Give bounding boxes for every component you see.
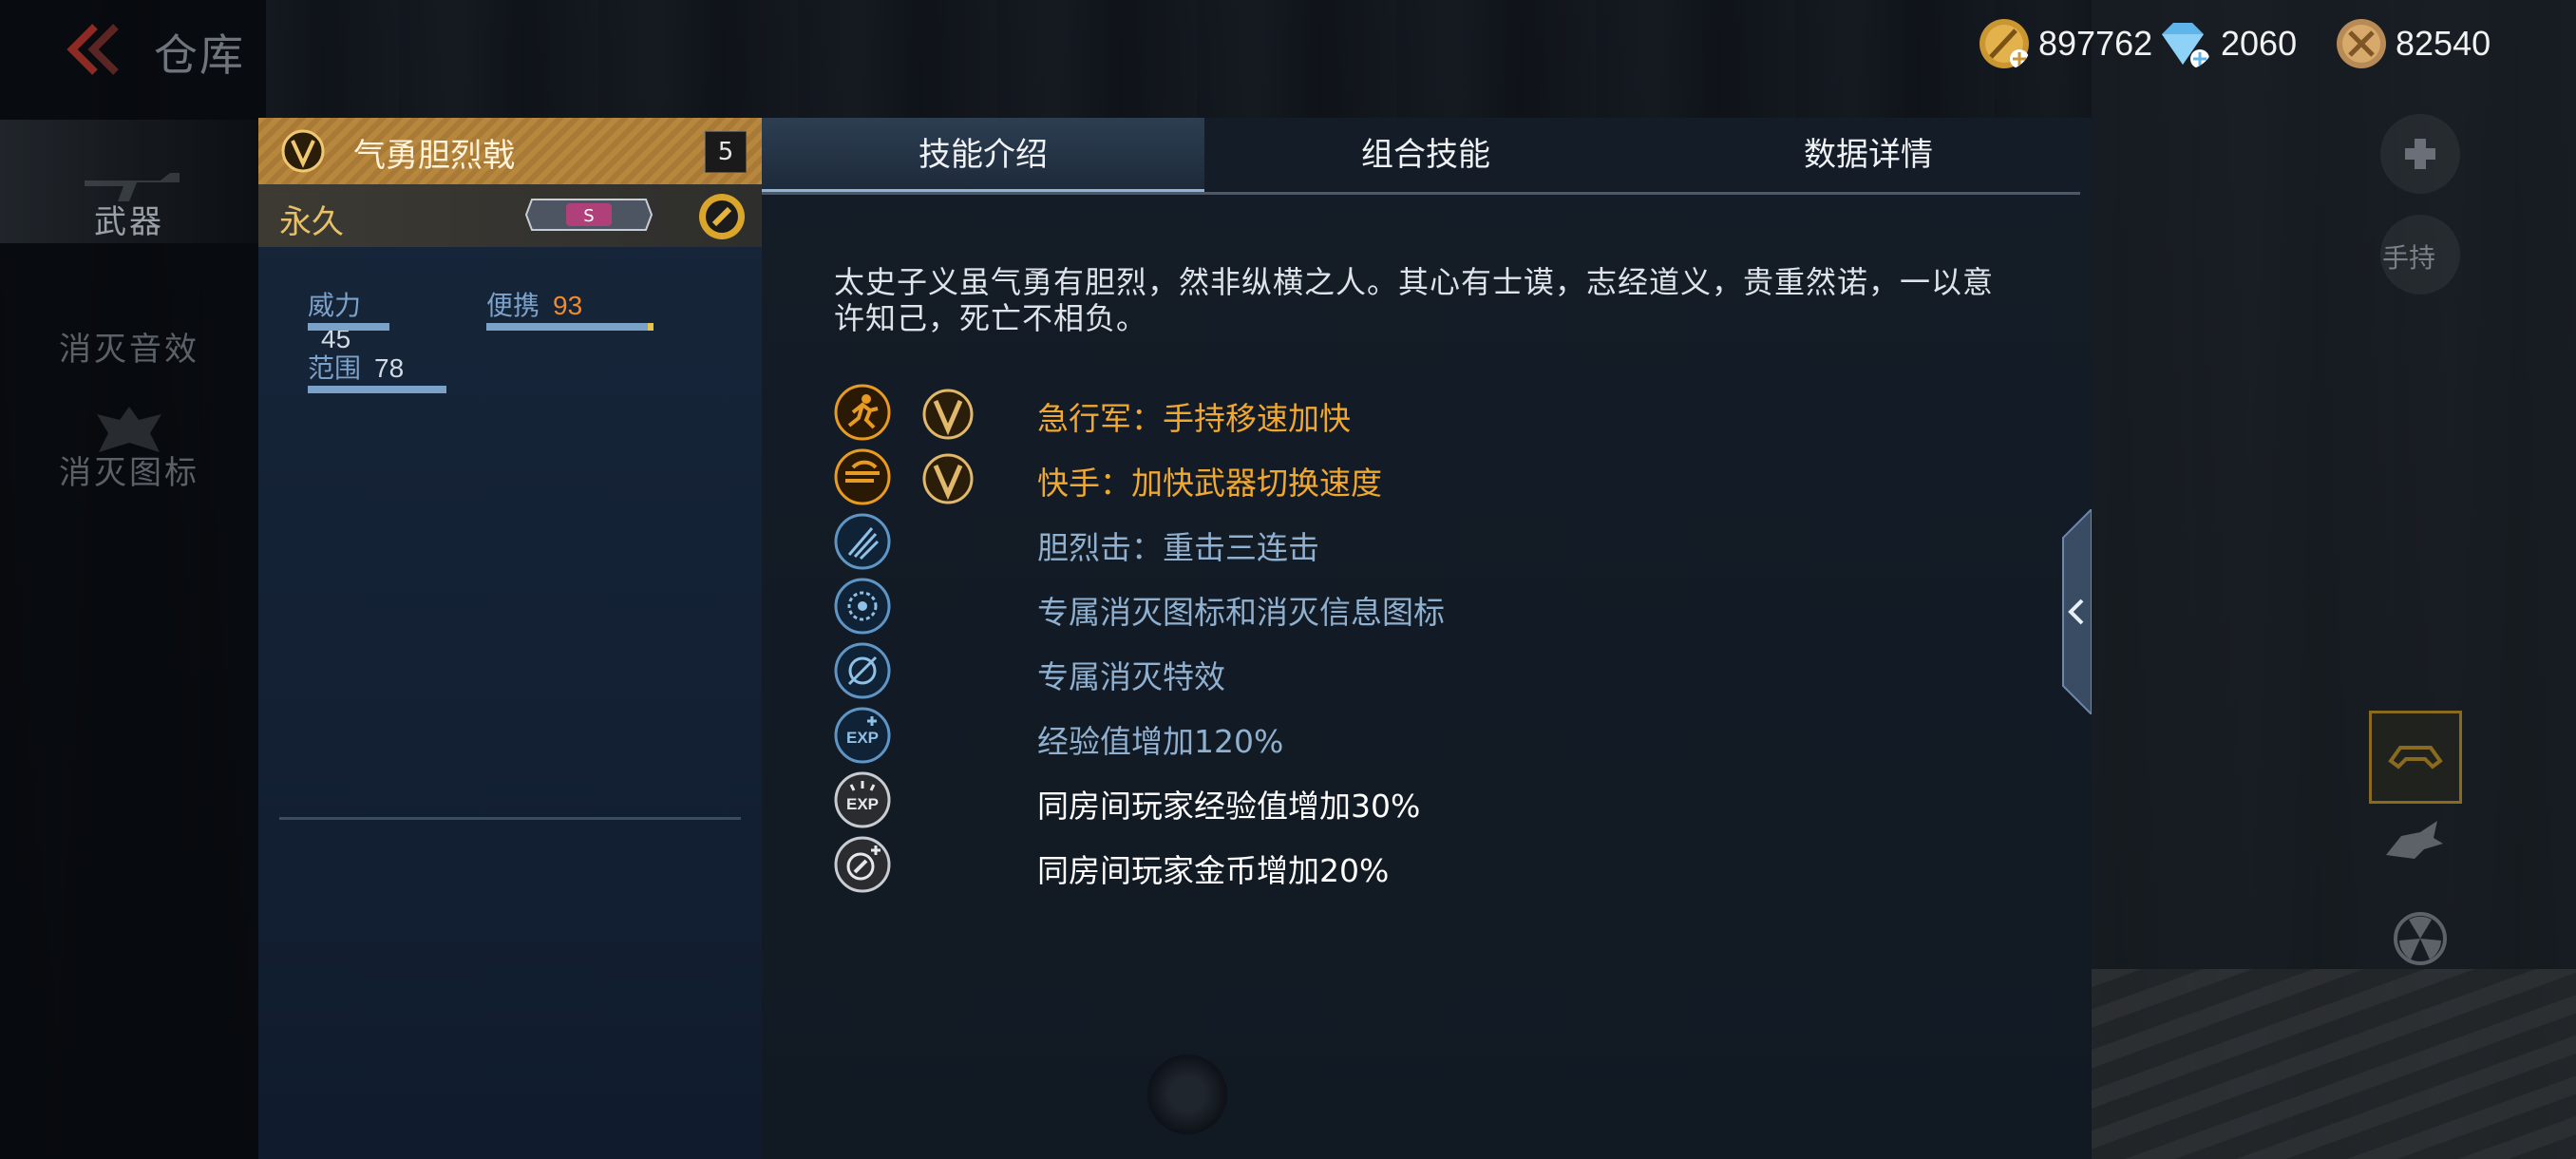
weapon-view-icon	[2388, 746, 2443, 770]
quick-hand-icon	[834, 448, 891, 505]
pet-button[interactable]	[2373, 806, 2453, 885]
skill-text: 同房间玩家经验值增加30%	[1037, 788, 1421, 825]
rank-badge-icon: S	[524, 199, 653, 231]
gold-amount: 897762	[2038, 24, 2153, 63]
tab-combo-skill[interactable]: 组合技能	[1204, 118, 1647, 192]
skill-text: 专属消灭特效	[1037, 658, 1225, 695]
room-coin-icon	[834, 836, 891, 893]
room-exp-icon: EXP	[834, 771, 891, 828]
stat-value: 78	[374, 353, 405, 383]
double-chevron-left-icon	[66, 24, 119, 75]
sidebar-item-weapon[interactable]: 武器	[0, 120, 258, 243]
sidebar-item-label: 武器	[94, 203, 164, 241]
diamond-icon	[2162, 23, 2209, 68]
sidebar-item-kill-sound[interactable]: 消灭音效	[0, 283, 258, 407]
gold-coin-icon	[1979, 19, 2029, 68]
faded-button	[1147, 1054, 1227, 1134]
stat-portability: 便携 93	[486, 285, 653, 331]
weapon-sub-bar: 永久 S	[258, 184, 762, 247]
skill-row: 快手：加快武器切换速度	[834, 448, 1974, 507]
divider	[279, 817, 741, 820]
sidebar-item-kill-icon[interactable]: 消灭图标	[0, 395, 258, 500]
gold-coin-icon[interactable]	[697, 192, 747, 241]
medal-currency[interactable]: 82540	[2335, 15, 2491, 72]
weapon-name: 气勇胆烈戟	[353, 137, 515, 175]
exp-boost-icon: EXP	[834, 707, 891, 764]
v-rank-icon	[922, 453, 974, 504]
v-rank-icon	[281, 129, 325, 173]
diamond-amount: 2060	[2221, 24, 2298, 63]
skill-text: 经验值增加120%	[1037, 723, 1284, 760]
stat-label: 范围	[308, 352, 362, 384]
back-button[interactable]	[57, 19, 125, 80]
skill-text: 快手：加快武器切换速度	[1037, 465, 1382, 502]
skill-row: EXP 同房间玩家经验值增加30%	[834, 771, 1974, 830]
skill-row: 专属消灭特效	[834, 642, 1974, 701]
collapse-panel-button[interactable]	[2059, 509, 2092, 714]
weapon-level-badge: 5	[705, 131, 747, 173]
rank-badge-text: S	[583, 206, 594, 226]
wolf-icon	[2386, 821, 2443, 859]
skill-panel: 技能介绍 组合技能 数据详情 太史子义虽气勇有胆烈，然非纵横之人。其心有士谟，志…	[762, 118, 2092, 1159]
stat-range: 范围 78	[308, 348, 446, 393]
tab-bar: 技能介绍 组合技能 数据详情	[762, 118, 2080, 195]
stat-label: 威力	[308, 290, 362, 321]
diamond-currency[interactable]: 2060	[2152, 15, 2297, 72]
stat-label: 便携	[486, 290, 540, 321]
kill-effect-icon	[834, 642, 891, 699]
skill-row: EXP 经验值增加120%	[834, 707, 1974, 766]
weapon-duration: 永久	[279, 203, 344, 241]
radiation-icon	[2394, 912, 2447, 965]
view-toggle-button[interactable]	[2369, 711, 2462, 804]
page-title: 仓库	[154, 29, 245, 81]
skill-text: 同房间玩家金币增加20%	[1037, 852, 1390, 889]
sidebar-item-label: 消灭图标	[59, 454, 199, 492]
weapon-description: 太史子义虽气勇有胆烈，然非纵横之人。其心有士谟，志经道义，贵重然诺，一以意许知己…	[834, 264, 1995, 336]
skill-text: 专属消灭图标和消灭信息图标	[1037, 594, 1445, 631]
skill-row: 胆烈击：重击三连击	[834, 513, 1974, 572]
sidebar-item-label: 消灭音效	[59, 331, 199, 369]
stat-value: 93	[553, 291, 583, 320]
gold-currency[interactable]: 897762	[1978, 15, 2152, 72]
tab-skill-intro[interactable]: 技能介绍	[762, 118, 1204, 192]
stat-bar-bonus	[648, 323, 653, 331]
stat-bar	[308, 386, 446, 393]
tab-data-details[interactable]: 数据详情	[1647, 118, 2090, 192]
medal-amount: 82540	[2396, 24, 2491, 63]
medal-coin-icon	[2337, 19, 2386, 68]
stat-power: 威力45	[308, 285, 389, 354]
hazard-button[interactable]	[2380, 899, 2460, 978]
floor-texture	[2092, 969, 2576, 1159]
skill-row: 专属消灭图标和消灭信息图标	[834, 578, 1974, 636]
stat-bar	[308, 323, 389, 331]
hold-label: 手持	[2382, 242, 2436, 274]
skill-text: 胆烈击：重击三连击	[1037, 529, 1319, 566]
svg-text:EXP: EXP	[846, 795, 879, 813]
v-rank-icon	[922, 389, 974, 440]
dpad-icon	[2405, 139, 2435, 169]
stat-bar	[486, 323, 648, 331]
kill-icon-badge	[834, 578, 891, 635]
weapon-name-bar: 气勇胆烈戟 5	[258, 118, 762, 184]
skill-row: 急行军：手持移速加快	[834, 384, 1974, 443]
svg-text:EXP: EXP	[846, 729, 879, 747]
sprint-icon	[834, 384, 891, 441]
gamepad-button[interactable]	[2380, 114, 2460, 194]
skill-row: 同房间玩家金币增加20%	[834, 836, 1974, 895]
skill-text: 急行军：手持移速加快	[1037, 400, 1351, 437]
triple-strike-icon	[834, 513, 891, 570]
weapon-info-panel: 气勇胆烈戟 5 永久 S 威力45 便携 93 范围 78	[258, 118, 763, 1159]
